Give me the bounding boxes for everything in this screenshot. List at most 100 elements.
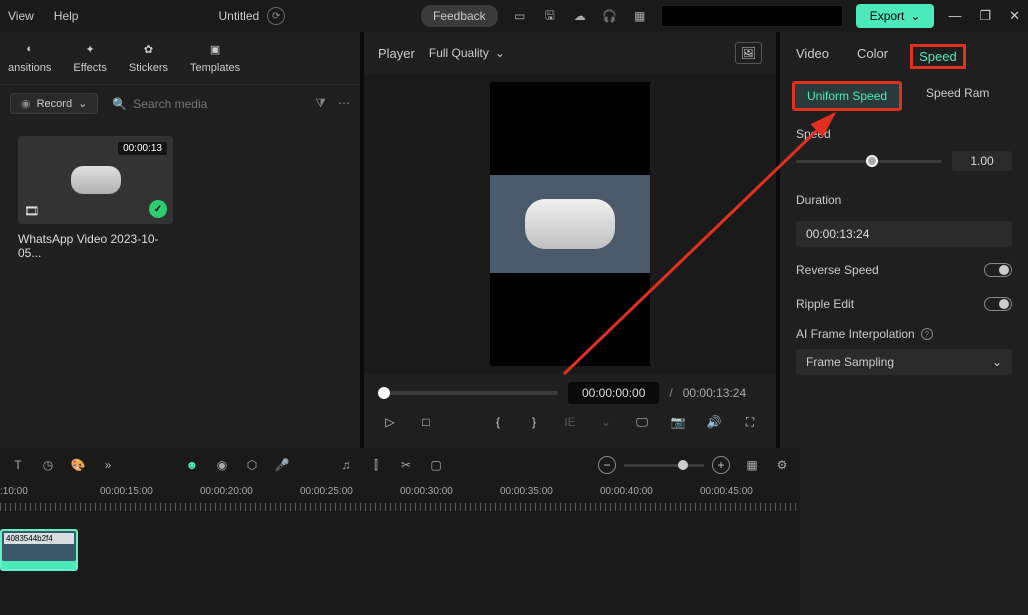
timer-icon[interactable]: ◷ <box>40 457 56 473</box>
crop-icon[interactable]: ▢ <box>428 457 444 473</box>
templates-icon: ▣ <box>206 40 224 58</box>
camera-icon[interactable]: 📷 <box>670 414 686 430</box>
cloud-upload-icon[interactable]: ☁ <box>572 8 588 24</box>
menu-help[interactable]: Help <box>54 9 79 23</box>
tab-speed[interactable]: Speed <box>910 44 966 69</box>
ruler-tick: 00:00:15:00 <box>100 486 200 497</box>
tab-templates[interactable]: ▣ Templates <box>190 40 240 74</box>
zoom-slider[interactable] <box>624 464 704 467</box>
tab-color[interactable]: Color <box>857 46 888 67</box>
volume-icon[interactable]: 🔊 <box>706 414 722 430</box>
thumb-label: WhatsApp Video 2023-10-05... <box>18 232 173 260</box>
properties-tabs: Video Color Speed <box>780 40 1028 77</box>
shield-icon[interactable]: ⬡ <box>244 457 260 473</box>
mic-icon[interactable]: 🎤 <box>274 457 290 473</box>
export-button[interactable]: Export⌄ <box>856 4 935 28</box>
sub-tab-speed-ramp[interactable]: Speed Ram <box>914 81 1001 111</box>
preview-panel: Player Full Quality ⌄ 🖼 00:00:00:00 / 00… <box>364 32 776 448</box>
settings-icon[interactable]: ⚙ <box>774 457 790 473</box>
grid-icon[interactable]: ▦ <box>632 8 648 24</box>
stop-button[interactable]: □ <box>418 414 434 430</box>
maximize-button[interactable]: ❐ <box>979 8 991 24</box>
music-icon[interactable]: ♫ <box>338 457 354 473</box>
search-input[interactable] <box>133 97 301 111</box>
playback-scrubber[interactable] <box>378 391 558 395</box>
chevron-down-icon[interactable]: ⌄ <box>598 414 614 430</box>
preview-frame[interactable] <box>490 82 650 366</box>
chevron-down-icon: ⌄ <box>495 46 505 60</box>
cloud-sync-icon[interactable]: ⟳ <box>267 7 285 25</box>
timeline-right-spacer <box>800 448 1028 615</box>
time-separator: / <box>669 386 672 400</box>
duration-input[interactable] <box>796 221 1012 247</box>
media-grid: 00:00:13 🎞 ✓ WhatsApp Video 2023-10-05..… <box>0 122 360 274</box>
player-label: Player <box>378 46 415 61</box>
tab-stickers[interactable]: ✿ Stickers <box>129 40 168 74</box>
bracket-open-icon[interactable]: { <box>490 414 506 430</box>
duration-label: Duration <box>796 193 1012 207</box>
monitor-icon[interactable]: ▭ <box>512 8 528 24</box>
fullscreen-icon[interactable]: ⛶ <box>742 414 758 430</box>
project-title: Untitled <box>218 9 259 23</box>
ruler-tick: 00:00:30:00 <box>400 486 500 497</box>
zoom-in-button[interactable]: + <box>712 456 730 474</box>
more-tools-icon[interactable]: » <box>100 457 116 473</box>
top-bar: View Help Untitled ⟳ Feedback ▭ 🖫 ☁ 🎧 ▦ … <box>0 0 1028 32</box>
align-icon[interactable]: ⫿ <box>368 457 384 473</box>
filter-icon[interactable]: ⧩ <box>315 96 326 111</box>
transitions-icon: ◐ <box>21 40 39 58</box>
timeline-main: T ◷ 🎨 » ☻ ◉ ⬡ 🎤 ♫ ⫿ ✂ ▢ − + ▦ ⚙ :10:00 <box>0 448 800 615</box>
ai-interpolation-row: AI Frame Interpolation ? <box>780 321 1028 343</box>
minimize-button[interactable]: — <box>948 8 961 24</box>
ruler-tick: 00:00:45:00 <box>700 486 800 497</box>
more-icon[interactable]: ⋯ <box>338 96 350 111</box>
timeline-tracks[interactable]: 4083544b2f4 <box>0 513 800 615</box>
window-controls: — ❐ ✕ <box>948 8 1020 24</box>
ripple-edit-row: Ripple Edit <box>780 287 1028 321</box>
tab-video[interactable]: Video <box>796 46 829 67</box>
media-thumbnail[interactable]: 00:00:13 🎞 ✓ WhatsApp Video 2023-10-05..… <box>18 136 173 260</box>
feedback-button[interactable]: Feedback <box>421 5 498 27</box>
timeline-ruler[interactable]: :10:00 00:00:15:00 00:00:20:00 00:00:25:… <box>0 482 800 501</box>
stickers-icon: ✿ <box>139 40 157 58</box>
zoom-out-button[interactable]: − <box>598 456 616 474</box>
playback-bar: 00:00:00:00 / 00:00:13:24 ▷ □ { } IE ⌄ 🖵… <box>364 374 776 448</box>
grid-toggle-icon[interactable]: ▦ <box>744 457 760 473</box>
palette-icon[interactable]: 🎨 <box>70 457 86 473</box>
reverse-speed-toggle[interactable] <box>984 263 1012 277</box>
frame-sampling-select[interactable]: Frame Sampling ⌄ <box>796 349 1012 375</box>
check-icon: ✓ <box>149 200 167 218</box>
speed-slider[interactable] <box>796 160 942 163</box>
text-tool-icon[interactable]: T <box>10 457 26 473</box>
menu-view[interactable]: View <box>8 9 34 23</box>
bracket-close-icon[interactable]: } <box>526 414 542 430</box>
speed-label: Speed <box>796 127 1012 141</box>
record-icon[interactable]: ◉ <box>214 457 230 473</box>
tab-transitions[interactable]: ◐ ansitions <box>8 40 51 74</box>
search-icon: 🔍 <box>112 97 127 111</box>
media-bar: ◉ Record ⌄ 🔍 ⧩ ⋯ <box>0 85 360 122</box>
save-icon[interactable]: 🖫 <box>542 8 558 24</box>
tab-effects[interactable]: ✦ Effects <box>73 40 106 74</box>
video-clip[interactable]: 4083544b2f4 <box>0 529 78 571</box>
snapshot-icon[interactable]: 🖼 <box>735 42 762 64</box>
avatar-icon[interactable]: ☻ <box>184 457 200 473</box>
sub-tab-uniform-speed[interactable]: Uniform Speed <box>792 81 902 111</box>
zoom-control: − + <box>598 456 730 474</box>
current-time: 00:00:00:00 <box>568 382 659 404</box>
tool-tabs: ◐ ansitions ✦ Effects ✿ Stickers ▣ Templ… <box>0 32 360 85</box>
record-button[interactable]: ◉ Record ⌄ <box>10 93 98 114</box>
quality-select[interactable]: Full Quality ⌄ <box>429 46 505 60</box>
close-button[interactable]: ✕ <box>1009 8 1020 24</box>
headphones-icon[interactable]: 🎧 <box>602 8 618 24</box>
thumb-duration: 00:00:13 <box>118 142 167 155</box>
total-time: 00:00:13:24 <box>683 386 746 400</box>
display-icon[interactable]: 🖵 <box>634 414 650 430</box>
cut-icon[interactable]: ✂ <box>398 457 414 473</box>
info-icon[interactable]: ? <box>921 328 933 340</box>
ie-icon[interactable]: IE <box>562 414 578 430</box>
speed-value[interactable]: 1.00 <box>952 151 1012 171</box>
properties-panel: Video Color Speed Uniform Speed Speed Ra… <box>780 32 1028 448</box>
play-button[interactable]: ▷ <box>382 414 398 430</box>
ripple-edit-toggle[interactable] <box>984 297 1012 311</box>
